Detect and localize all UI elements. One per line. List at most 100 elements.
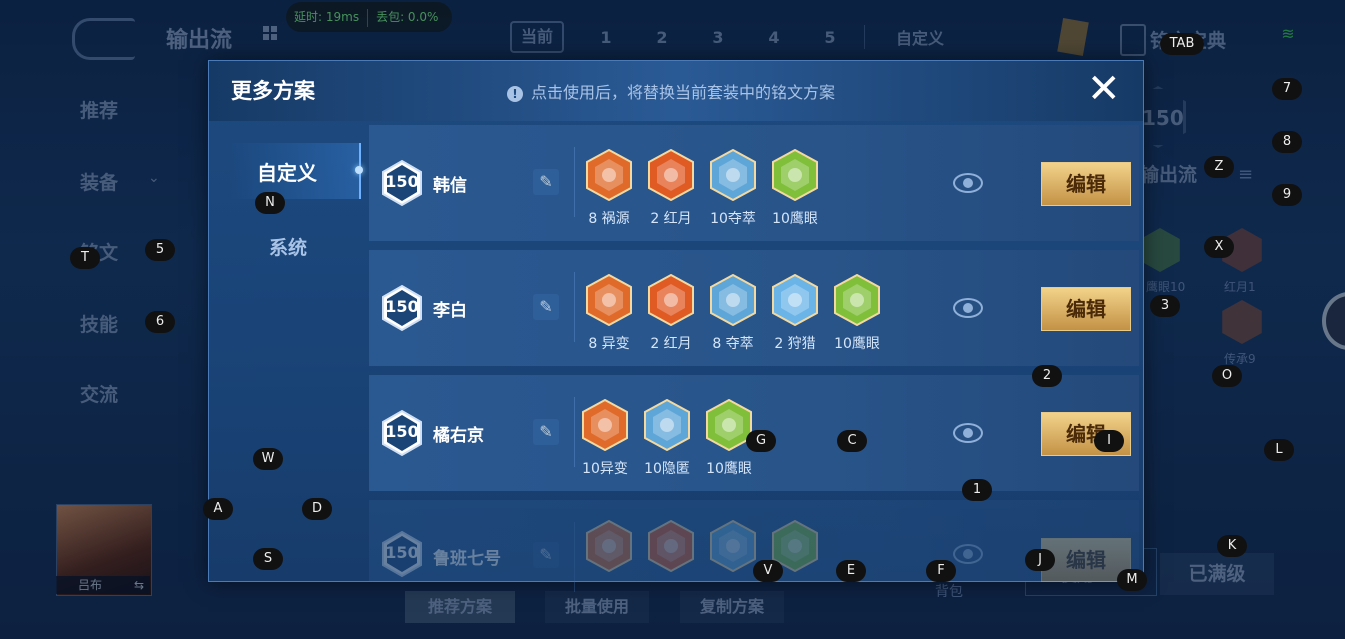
inscription-gem[interactable]: 10异变 [579, 398, 631, 478]
edit-button[interactable]: 编辑 [1041, 162, 1131, 206]
inscription-gem[interactable]: 2 狩猎 [769, 273, 821, 353]
level-badge-text: 150 [385, 543, 419, 562]
hero-name: 橘右京 [433, 426, 484, 446]
inscription-gem-icon [648, 273, 694, 327]
inscription-gem-label: 10鹰眼 [772, 211, 818, 227]
marker-w: W [253, 448, 283, 470]
inscription-gem-icon [586, 273, 632, 327]
inscription-gem-label: 8 异变 [588, 336, 630, 352]
dialog-hint-text: 点击使用后，将替换当前套装中的铭文方案 [531, 83, 836, 102]
marker-6: 6 [145, 311, 175, 333]
marker-f: F [926, 560, 956, 582]
inscription-gem[interactable]: 10鹰眼 [831, 273, 883, 353]
marker-c: C [837, 430, 867, 452]
inscription-gem-label: 10鹰眼 [834, 336, 880, 352]
hero-name: 鲁班七号 [433, 549, 501, 569]
inscription-gem[interactable] [645, 519, 697, 579]
info-icon: ! [507, 86, 523, 102]
level-badge: 150 [381, 159, 423, 207]
plan-row[interactable]: 150 李白 ✎ 8 异变 2 红月 8 夺萃 2 狩猎 10鹰眼 编辑 [369, 250, 1139, 366]
marker-7: 7 [1272, 78, 1302, 100]
marker-t: T [70, 247, 100, 269]
preview-eye-icon[interactable] [953, 173, 983, 193]
marker-j: J [1025, 549, 1055, 571]
rename-icon[interactable]: ✎ [533, 169, 559, 195]
close-icon[interactable]: ✕ [1087, 69, 1121, 109]
marker-m: M [1117, 569, 1147, 591]
inscription-gem-icon [772, 148, 818, 202]
menu-active-dot [355, 166, 363, 174]
level-badge: 150 [381, 530, 423, 578]
inscription-gem[interactable]: 2 红月 [645, 148, 697, 228]
inscription-gem-label: 10鹰眼 [706, 461, 752, 477]
inscription-gem[interactable]: 8 夺萃 [707, 273, 759, 353]
inscription-gem-label: 10异变 [582, 461, 628, 477]
inscription-gem[interactable] [583, 519, 635, 579]
level-badge: 150 [381, 409, 423, 457]
dialog-title: 更多方案 [231, 79, 315, 103]
inscription-gem-icon [586, 148, 632, 202]
marker-9: 9 [1272, 184, 1302, 206]
preview-eye-icon[interactable] [953, 298, 983, 318]
inscription-gem[interactable]: 10夺萃 [707, 148, 759, 228]
menu-system[interactable]: 系统 [269, 233, 307, 260]
inscription-gem-icon [582, 398, 628, 452]
inscription-gem-label: 2 红月 [650, 336, 692, 352]
inscription-gem-icon [834, 273, 880, 327]
edit-button[interactable]: 编辑 [1041, 287, 1131, 331]
inscription-gem[interactable]: 8 异变 [583, 273, 635, 353]
marker-8: 8 [1272, 131, 1302, 153]
marker-s: S [253, 548, 283, 570]
preview-eye-icon[interactable] [953, 423, 983, 443]
inscription-gem[interactable]: 10隐匿 [641, 398, 693, 478]
row-divider [574, 147, 575, 217]
menu-custom[interactable]: 自定义 [257, 157, 317, 186]
inscription-gem-label: 8 祸源 [588, 211, 630, 227]
inscription-gem-icon [710, 273, 756, 327]
marker-v: V [753, 560, 783, 582]
marker-o: O [1212, 365, 1242, 387]
hero-name: 韩信 [433, 176, 467, 196]
marker-z: Z [1204, 156, 1234, 178]
inscription-gem[interactable]: 10鹰眼 [769, 148, 821, 228]
plan-row[interactable]: 150 韩信 ✎ 8 祸源 2 红月 10夺萃 10鹰眼 编辑 [369, 125, 1139, 241]
marker-tab: TAB [1160, 33, 1204, 55]
level-badge-text: 150 [385, 172, 419, 191]
rename-icon[interactable]: ✎ [533, 419, 559, 445]
marker-l: L [1264, 439, 1294, 461]
inscription-gem-icon [648, 519, 694, 573]
inscription-gem[interactable] [707, 519, 759, 579]
preview-eye-icon[interactable] [953, 544, 983, 564]
level-badge-text: 150 [385, 422, 419, 441]
marker-e: E [836, 560, 866, 582]
inscription-gem-icon [644, 398, 690, 452]
inscription-gem-icon [710, 148, 756, 202]
marker-g: G [746, 430, 776, 452]
inscription-gem[interactable]: 2 红月 [645, 273, 697, 353]
inscription-gem-label: 10夺萃 [710, 211, 756, 227]
hero-name: 李白 [433, 301, 467, 321]
marker-2: 2 [1032, 365, 1062, 387]
marker-a: A [203, 498, 233, 520]
inscription-gem[interactable]: 8 祸源 [583, 148, 635, 228]
marker-1: 1 [962, 479, 992, 501]
rename-icon[interactable]: ✎ [533, 542, 559, 568]
marker-n: N [255, 192, 285, 214]
row-divider [574, 272, 575, 342]
row-divider [574, 522, 575, 592]
inscription-gem-icon [710, 519, 756, 573]
level-badge: 150 [381, 284, 423, 332]
marker-k: K [1217, 535, 1247, 557]
more-plans-dialog: 更多方案 ! 点击使用后，将替换当前套装中的铭文方案 ✕ 自定义 系统 150 韩信… [208, 60, 1144, 592]
marker-x: X [1204, 236, 1234, 258]
inscription-gem-label: 10隐匿 [644, 461, 690, 477]
dialog-hint: ! 点击使用后，将替换当前套装中的铭文方案 [507, 79, 835, 103]
marker-i: I [1094, 430, 1124, 452]
rename-icon[interactable]: ✎ [533, 294, 559, 320]
marker-3: 3 [1150, 295, 1180, 317]
inscription-gem-label: 2 狩猎 [774, 336, 816, 352]
row-divider [574, 397, 575, 467]
marker-5: 5 [145, 239, 175, 261]
inscription-gem-label: 8 夺萃 [712, 336, 754, 352]
marker-d: D [302, 498, 332, 520]
